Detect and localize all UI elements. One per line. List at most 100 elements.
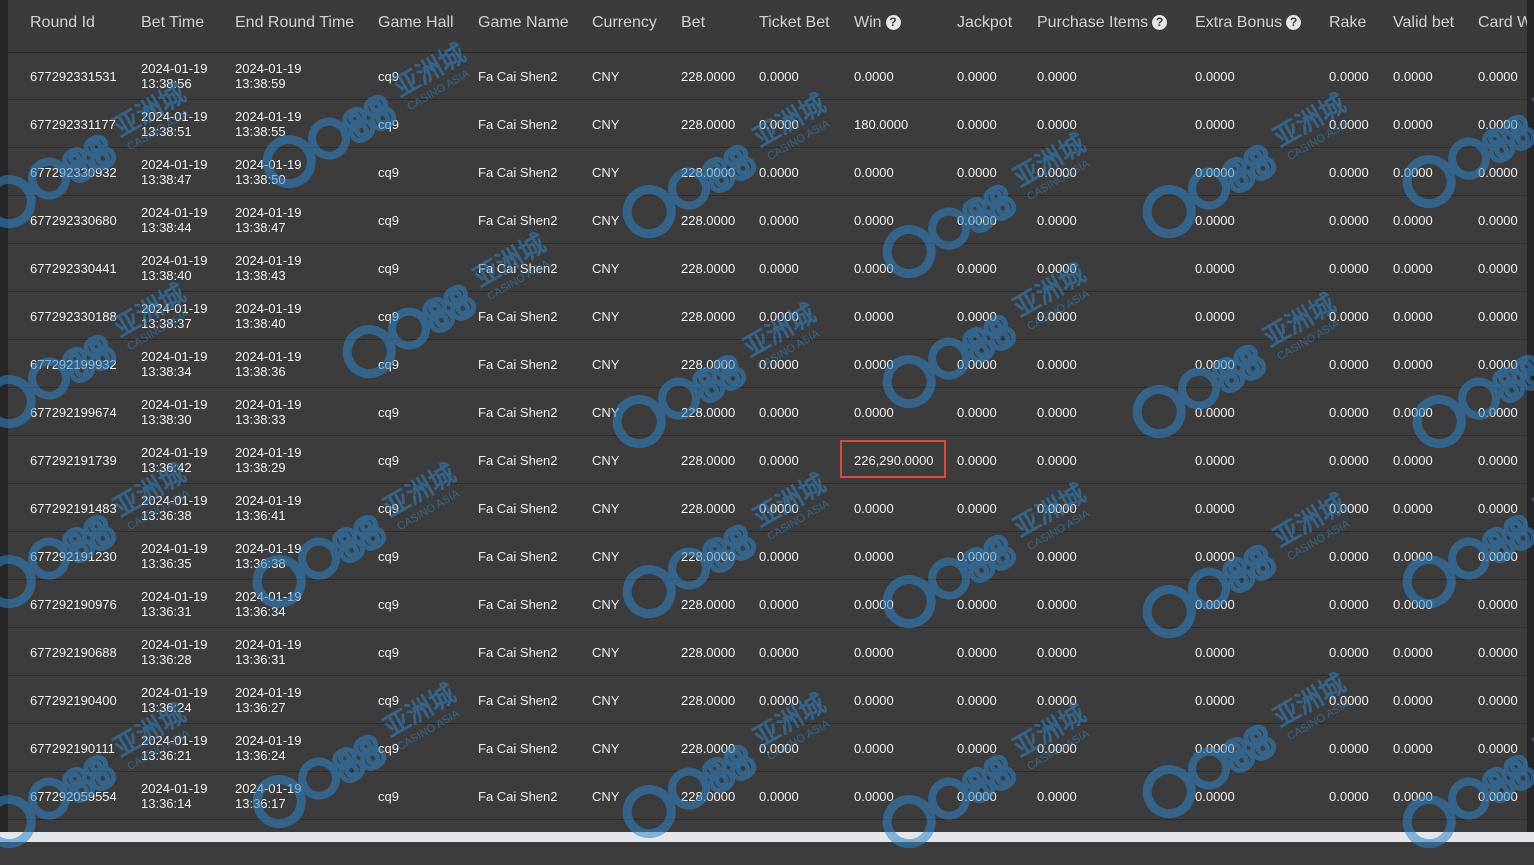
bet-time-cell: 2024-01-1913:36:35	[141, 541, 208, 571]
bet-cell: 228.0000	[681, 453, 735, 468]
column-header-label: Round Id	[30, 14, 95, 31]
table-row[interactable]: 6772921901112024-01-1913:36:212024-01-19…	[8, 724, 1527, 772]
game-hall-cell: cq9	[378, 549, 399, 564]
column-header-game-name[interactable]: Game Name	[478, 14, 569, 32]
column-header-valid-bet[interactable]: Valid bet	[1393, 14, 1454, 32]
table-row[interactable]: 6772921909762024-01-1913:36:312024-01-19…	[8, 580, 1527, 628]
bet-cell: 228.0000	[681, 597, 735, 612]
game-name-cell: Fa Cai Shen2	[478, 741, 558, 756]
rake-cell: 0.0000	[1329, 261, 1369, 276]
rake-cell: 0.0000	[1329, 693, 1369, 708]
valid-bet-cell: 0.0000	[1393, 165, 1433, 180]
win-cell: 180.0000	[854, 117, 908, 132]
bet-cell: 228.0000	[681, 501, 735, 516]
question-circle-icon[interactable]: ?	[1152, 15, 1167, 30]
table-row[interactable]: 6772920595542024-01-1913:36:142024-01-19…	[8, 772, 1527, 820]
column-header-bet[interactable]: Bet	[681, 14, 705, 32]
table-row[interactable]: 6772921999322024-01-1913:38:342024-01-19…	[8, 340, 1527, 388]
purchase-items-cell: 0.0000	[1037, 693, 1077, 708]
card-w-cell: 0.0000	[1478, 789, 1518, 804]
time-text: 13:38:29	[235, 460, 302, 475]
column-header-label: End Round Time	[235, 14, 354, 31]
column-header-jackpot[interactable]: Jackpot	[957, 14, 1012, 32]
round-id-cell: 677292199932	[30, 357, 117, 372]
valid-bet-cell: 0.0000	[1393, 309, 1433, 324]
win-cell: 0.0000	[854, 741, 894, 756]
question-circle-icon[interactable]: ?	[1286, 15, 1301, 30]
jackpot-cell: 0.0000	[957, 261, 997, 276]
ticket-bet-cell: 0.0000	[759, 597, 799, 612]
table-row[interactable]: 6772923301882024-01-1913:38:372024-01-19…	[8, 292, 1527, 340]
currency-cell: CNY	[592, 261, 619, 276]
column-header-label: Card W	[1478, 14, 1527, 31]
column-header-rake[interactable]: Rake	[1329, 14, 1366, 32]
column-header-label: Currency	[592, 14, 657, 31]
column-header-card-w[interactable]: Card W	[1478, 14, 1527, 32]
left-edge	[0, 0, 8, 842]
column-header-ticket-bet[interactable]: Ticket Bet	[759, 14, 830, 32]
column-header-win[interactable]: Win?	[854, 14, 901, 32]
column-header-game-hall[interactable]: Game Hall	[378, 14, 454, 32]
column-header-end-round-time[interactable]: End Round Time	[235, 14, 354, 32]
bet-records-table: Round Id Bet Time End Round Time Game Hall G…	[8, 0, 1527, 832]
date-text: 2024-01-19	[141, 61, 208, 76]
extra-bonus-cell: 0.0000	[1195, 693, 1235, 708]
question-circle-icon[interactable]: ?	[886, 15, 901, 30]
column-header-round-id[interactable]: Round Id	[30, 14, 95, 32]
time-text: 13:36:21	[141, 748, 208, 763]
time-text: 13:38:40	[235, 316, 302, 331]
end-round-time-cell: 2024-01-1913:38:36	[235, 349, 302, 379]
valid-bet-cell: 0.0000	[1393, 693, 1433, 708]
win-highlight-box	[840, 440, 946, 478]
table-row[interactable]: 6772921912302024-01-1913:36:352024-01-19…	[8, 532, 1527, 580]
vertical-scrollbar[interactable]	[1527, 0, 1534, 842]
purchase-items-cell: 0.0000	[1037, 309, 1077, 324]
date-text: 2024-01-19	[235, 109, 302, 124]
round-id-cell: 677292191230	[30, 549, 117, 564]
table-row[interactable]: 6772923309322024-01-1913:38:472024-01-19…	[8, 148, 1527, 196]
game-hall-cell: cq9	[378, 309, 399, 324]
game-name-cell: Fa Cai Shen2	[478, 213, 558, 228]
ticket-bet-cell: 0.0000	[759, 69, 799, 84]
bet-time-cell: 2024-01-1913:36:21	[141, 733, 208, 763]
bet-time-cell: 2024-01-1913:36:28	[141, 637, 208, 667]
bet-cell: 228.0000	[681, 261, 735, 276]
game-hall-cell: cq9	[378, 741, 399, 756]
column-header-currency[interactable]: Currency	[592, 14, 657, 32]
horizontal-scrollbar[interactable]	[0, 832, 1534, 842]
bet-cell: 228.0000	[681, 165, 735, 180]
date-text: 2024-01-19	[235, 301, 302, 316]
table-row[interactable]: 6772921917392024-01-1913:36:422024-01-19…	[8, 436, 1527, 484]
table-row[interactable]: 6772923304412024-01-1913:38:402024-01-19…	[8, 244, 1527, 292]
extra-bonus-cell: 0.0000	[1195, 501, 1235, 516]
game-name-cell: Fa Cai Shen2	[478, 405, 558, 420]
table-row[interactable]: 6772921996742024-01-1913:38:302024-01-19…	[8, 388, 1527, 436]
table-row[interactable]: 6772921904002024-01-1913:36:242024-01-19…	[8, 676, 1527, 724]
round-id-cell: 677292190400	[30, 693, 117, 708]
time-text: 13:36:41	[235, 508, 302, 523]
column-header-extra-bonus[interactable]: Extra Bonus?	[1195, 14, 1301, 32]
valid-bet-cell: 0.0000	[1393, 117, 1433, 132]
column-header-label: Game Name	[478, 14, 569, 31]
end-round-time-cell: 2024-01-1913:36:41	[235, 493, 302, 523]
table-row[interactable]: 6772923315312024-01-1913:38:562024-01-19…	[8, 52, 1527, 100]
table-row[interactable]: 6772923311772024-01-1913:38:512024-01-19…	[8, 100, 1527, 148]
column-header-purchase-items[interactable]: Purchase Items?	[1037, 14, 1167, 32]
win-cell: 0.0000	[854, 405, 894, 420]
win-cell: 0.0000	[854, 789, 894, 804]
bet-time-cell: 2024-01-1913:36:38	[141, 493, 208, 523]
time-text: 13:36:42	[141, 460, 208, 475]
table-row[interactable]: 6772923306802024-01-1913:38:442024-01-19…	[8, 196, 1527, 244]
card-w-cell: 0.0000	[1478, 597, 1518, 612]
table-row[interactable]: 6772921906882024-01-1913:36:282024-01-19…	[8, 628, 1527, 676]
end-round-time-cell: 2024-01-1913:38:55	[235, 109, 302, 139]
card-w-cell: 0.0000	[1478, 501, 1518, 516]
date-text: 2024-01-19	[235, 685, 302, 700]
bet-time-cell: 2024-01-1913:38:47	[141, 157, 208, 187]
table-row[interactable]: 6772921914832024-01-1913:36:382024-01-19…	[8, 484, 1527, 532]
ticket-bet-cell: 0.0000	[759, 165, 799, 180]
card-w-cell: 0.0000	[1478, 357, 1518, 372]
extra-bonus-cell: 0.0000	[1195, 309, 1235, 324]
rake-cell: 0.0000	[1329, 453, 1369, 468]
column-header-bet-time[interactable]: Bet Time	[141, 14, 204, 32]
